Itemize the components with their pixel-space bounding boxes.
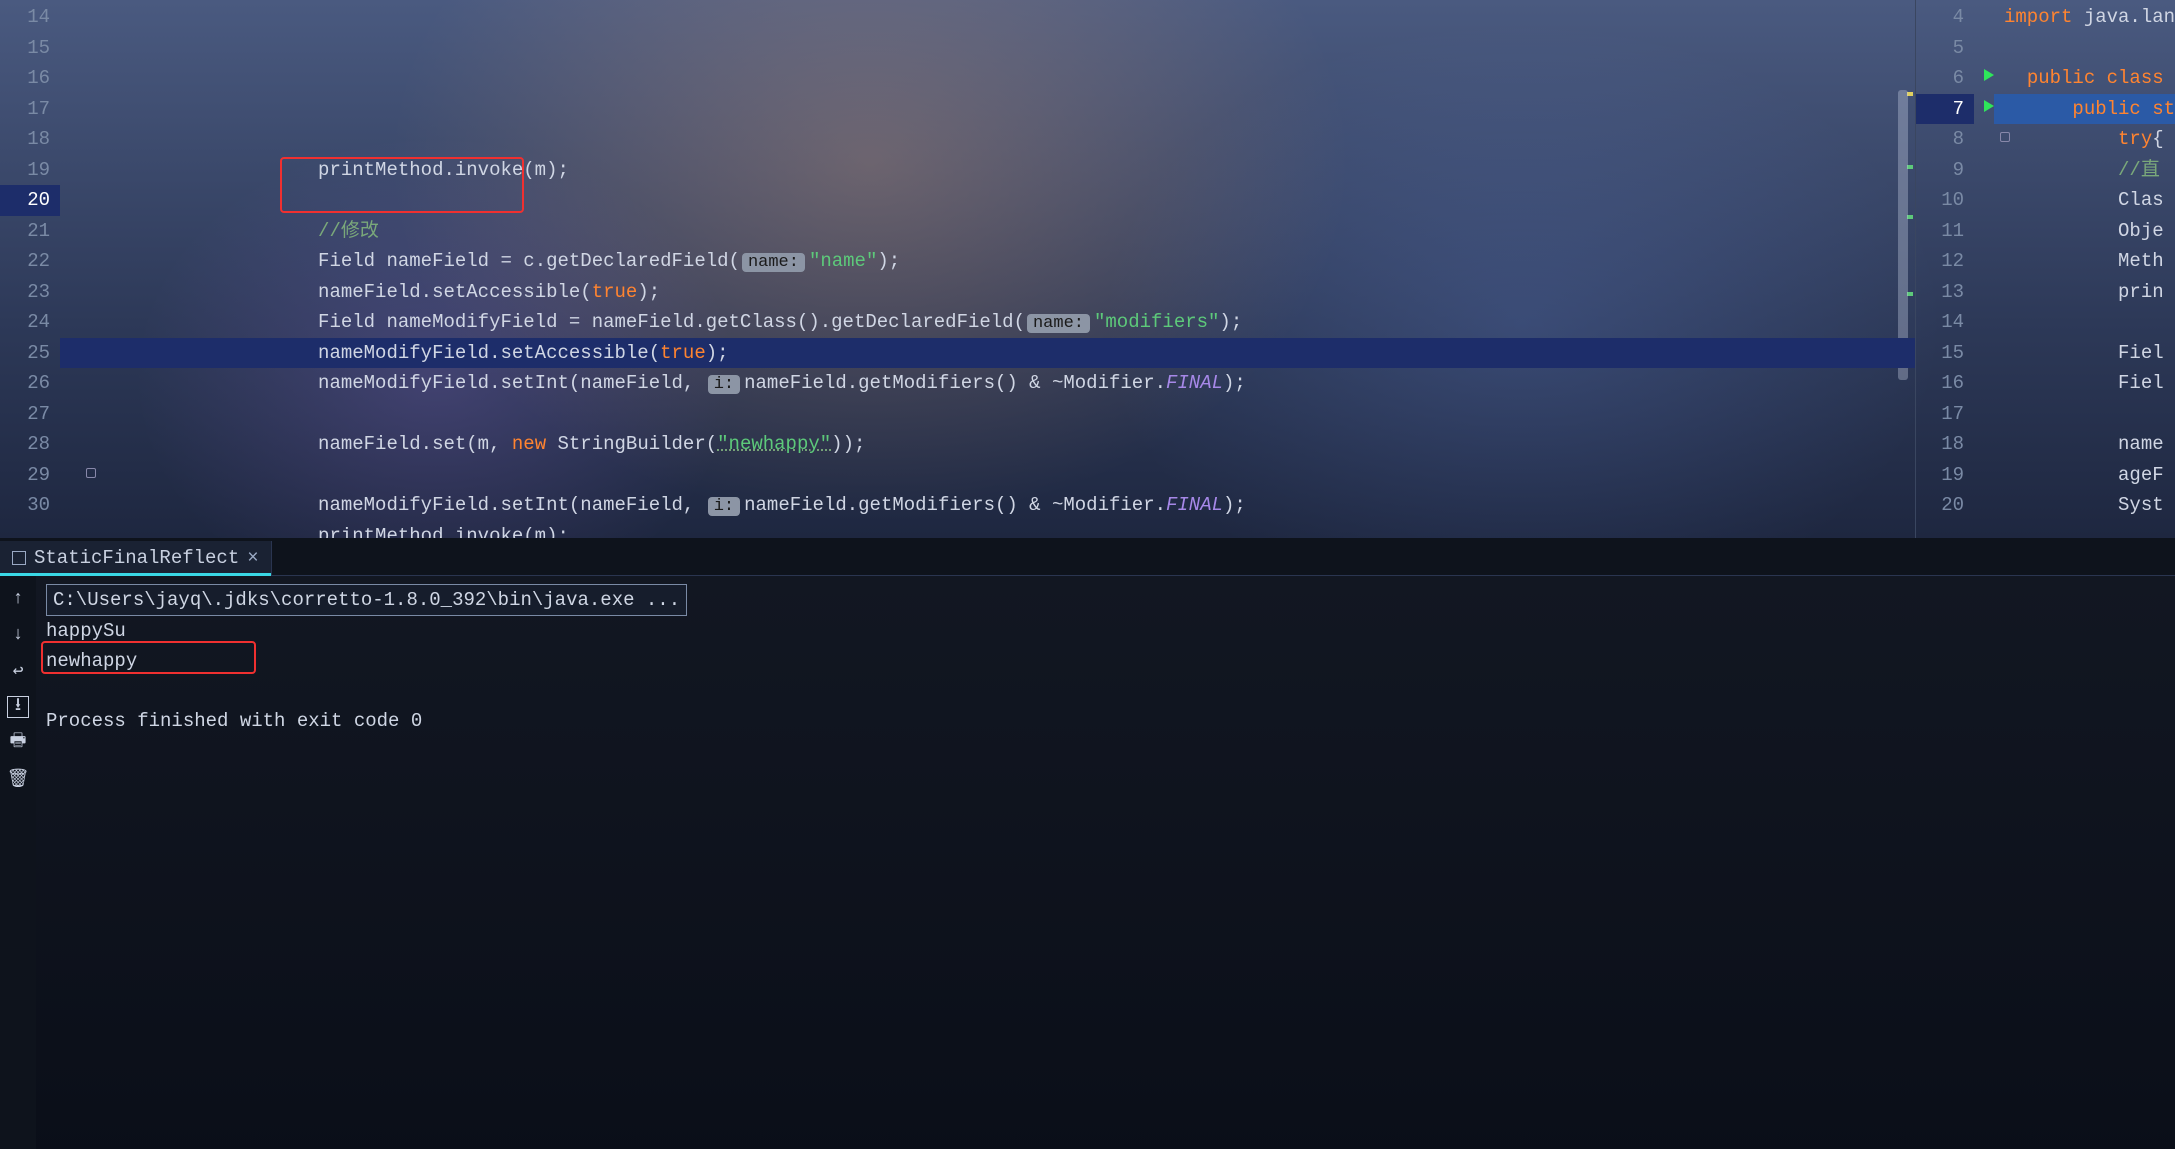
- editor-right-pane: 4567891011121314151617181920 import java…: [1915, 0, 2175, 538]
- line-number[interactable]: 18: [0, 124, 60, 155]
- code-row[interactable]: Field nameField = c.getDeclaredField(nam…: [60, 246, 1915, 277]
- code-row[interactable]: try{: [1994, 124, 2175, 155]
- line-number[interactable]: 11: [1916, 216, 1974, 247]
- code-row[interactable]: [1994, 307, 2175, 338]
- code-row[interactable]: //直: [1994, 155, 2175, 186]
- code-row[interactable]: //修改: [60, 216, 1915, 247]
- tab-label: StaticFinalReflect: [34, 547, 239, 569]
- left-code[interactable]: printMethod.invoke(m); //修改 Field nameFi…: [60, 0, 1915, 538]
- left-gutter[interactable]: 1415161718192021222324252627282930: [0, 0, 60, 538]
- line-number[interactable]: 15: [1916, 338, 1974, 369]
- code-row[interactable]: name: [1994, 429, 2175, 460]
- scroll-up-icon[interactable]: ↑: [7, 588, 29, 610]
- code-row[interactable]: nameModifyField.setInt(nameField, i:name…: [60, 490, 1915, 521]
- line-number[interactable]: 15: [0, 33, 60, 64]
- run-tool-window: StaticFinalReflect × ↑ ↓ ↩ ⭳ 🖶 🗑 C:\User…: [0, 538, 2175, 1149]
- line-number[interactable]: 21: [0, 216, 60, 247]
- code-row[interactable]: printMethod.invoke(m);: [60, 521, 1915, 539]
- clear-icon[interactable]: 🗑: [7, 768, 29, 790]
- close-icon[interactable]: ×: [247, 547, 258, 569]
- console-line: happySu: [46, 620, 126, 642]
- line-number[interactable]: 7: [1916, 94, 1974, 125]
- line-number[interactable]: 28: [0, 429, 60, 460]
- line-number[interactable]: 19: [0, 155, 60, 186]
- line-number[interactable]: 22: [0, 246, 60, 277]
- code-row[interactable]: import java.lang: [1994, 2, 2175, 33]
- line-number[interactable]: 10: [1916, 185, 1974, 216]
- editor-left-pane: 1415161718192021222324252627282930 print…: [0, 0, 1915, 538]
- code-row[interactable]: public stati: [1994, 94, 2175, 125]
- line-number[interactable]: 14: [1916, 307, 1974, 338]
- line-number[interactable]: 20: [1916, 490, 1974, 521]
- console-tab[interactable]: StaticFinalReflect ×: [0, 541, 272, 575]
- code-row[interactable]: Meth: [1994, 246, 2175, 277]
- code-row[interactable]: nameModifyField.setAccessible(true);: [60, 338, 1915, 369]
- code-row[interactable]: [1994, 33, 2175, 64]
- line-number[interactable]: 14: [0, 2, 60, 33]
- code-row[interactable]: Fiel: [1994, 338, 2175, 369]
- line-number[interactable]: 17: [1916, 399, 1974, 430]
- print-icon[interactable]: 🖶: [7, 732, 29, 754]
- right-gutter[interactable]: 4567891011121314151617181920: [1916, 0, 1974, 538]
- console-line-highlighted: newhappy: [46, 650, 137, 672]
- code-row[interactable]: [60, 399, 1915, 430]
- line-number[interactable]: 16: [1916, 368, 1974, 399]
- line-number[interactable]: 20: [0, 185, 60, 216]
- line-number[interactable]: 29: [0, 460, 60, 491]
- scroll-to-end-icon[interactable]: ⭳: [7, 696, 29, 718]
- code-row[interactable]: Field nameModifyField = nameField.getCla…: [60, 307, 1915, 338]
- editor-split: 1415161718192021222324252627282930 print…: [0, 0, 2175, 538]
- line-number[interactable]: 8: [1916, 124, 1974, 155]
- line-number[interactable]: 4: [1916, 2, 1974, 33]
- line-number[interactable]: 27: [0, 399, 60, 430]
- code-row[interactable]: ageF: [1994, 460, 2175, 491]
- line-number[interactable]: 17: [0, 94, 60, 125]
- code-row[interactable]: [60, 460, 1915, 491]
- line-number[interactable]: 26: [0, 368, 60, 399]
- line-number[interactable]: 23: [0, 277, 60, 308]
- tab-icon: [12, 551, 26, 565]
- line-number[interactable]: 9: [1916, 155, 1974, 186]
- line-number[interactable]: 6: [1916, 63, 1974, 94]
- code-row[interactable]: nameField.setAccessible(true);: [60, 277, 1915, 308]
- code-row[interactable]: nameField.set(m, new StringBuilder("newh…: [60, 429, 1915, 460]
- console-output[interactable]: C:\Users\jayq\.jdks\corretto-1.8.0_392\b…: [36, 576, 2175, 1149]
- line-number[interactable]: 19: [1916, 460, 1974, 491]
- console-exit-line: Process finished with exit code 0: [46, 710, 422, 732]
- console-tabbar: StaticFinalReflect ×: [0, 538, 2175, 576]
- code-row[interactable]: prin: [1994, 277, 2175, 308]
- line-number[interactable]: 24: [0, 307, 60, 338]
- line-number[interactable]: 30: [0, 490, 60, 521]
- code-row[interactable]: Obje: [1994, 216, 2175, 247]
- code-row[interactable]: Clas: [1994, 185, 2175, 216]
- console-toolbar: ↑ ↓ ↩ ⭳ 🖶 🗑: [0, 576, 36, 1149]
- line-number[interactable]: 16: [0, 63, 60, 94]
- code-row[interactable]: [60, 185, 1915, 216]
- line-number[interactable]: 12: [1916, 246, 1974, 277]
- code-row[interactable]: Syst: [1994, 490, 2175, 521]
- code-row[interactable]: public class Fi: [1994, 63, 2175, 94]
- softwrap-icon[interactable]: ↩: [7, 660, 29, 682]
- line-number[interactable]: 5: [1916, 33, 1974, 64]
- line-number[interactable]: 25: [0, 338, 60, 369]
- line-number[interactable]: 18: [1916, 429, 1974, 460]
- scroll-down-icon[interactable]: ↓: [7, 624, 29, 646]
- code-row[interactable]: [1994, 399, 2175, 430]
- console-command-line: C:\Users\jayq\.jdks\corretto-1.8.0_392\b…: [46, 584, 687, 616]
- code-row[interactable]: nameModifyField.setInt(nameField, i:name…: [60, 368, 1915, 399]
- right-code[interactable]: import java.lang public class Fi public …: [1974, 0, 2175, 538]
- console-body: ↑ ↓ ↩ ⭳ 🖶 🗑 C:\Users\jayq\.jdks\corretto…: [0, 576, 2175, 1149]
- code-row[interactable]: Fiel: [1994, 368, 2175, 399]
- code-row[interactable]: printMethod.invoke(m);: [60, 155, 1915, 186]
- line-number[interactable]: 13: [1916, 277, 1974, 308]
